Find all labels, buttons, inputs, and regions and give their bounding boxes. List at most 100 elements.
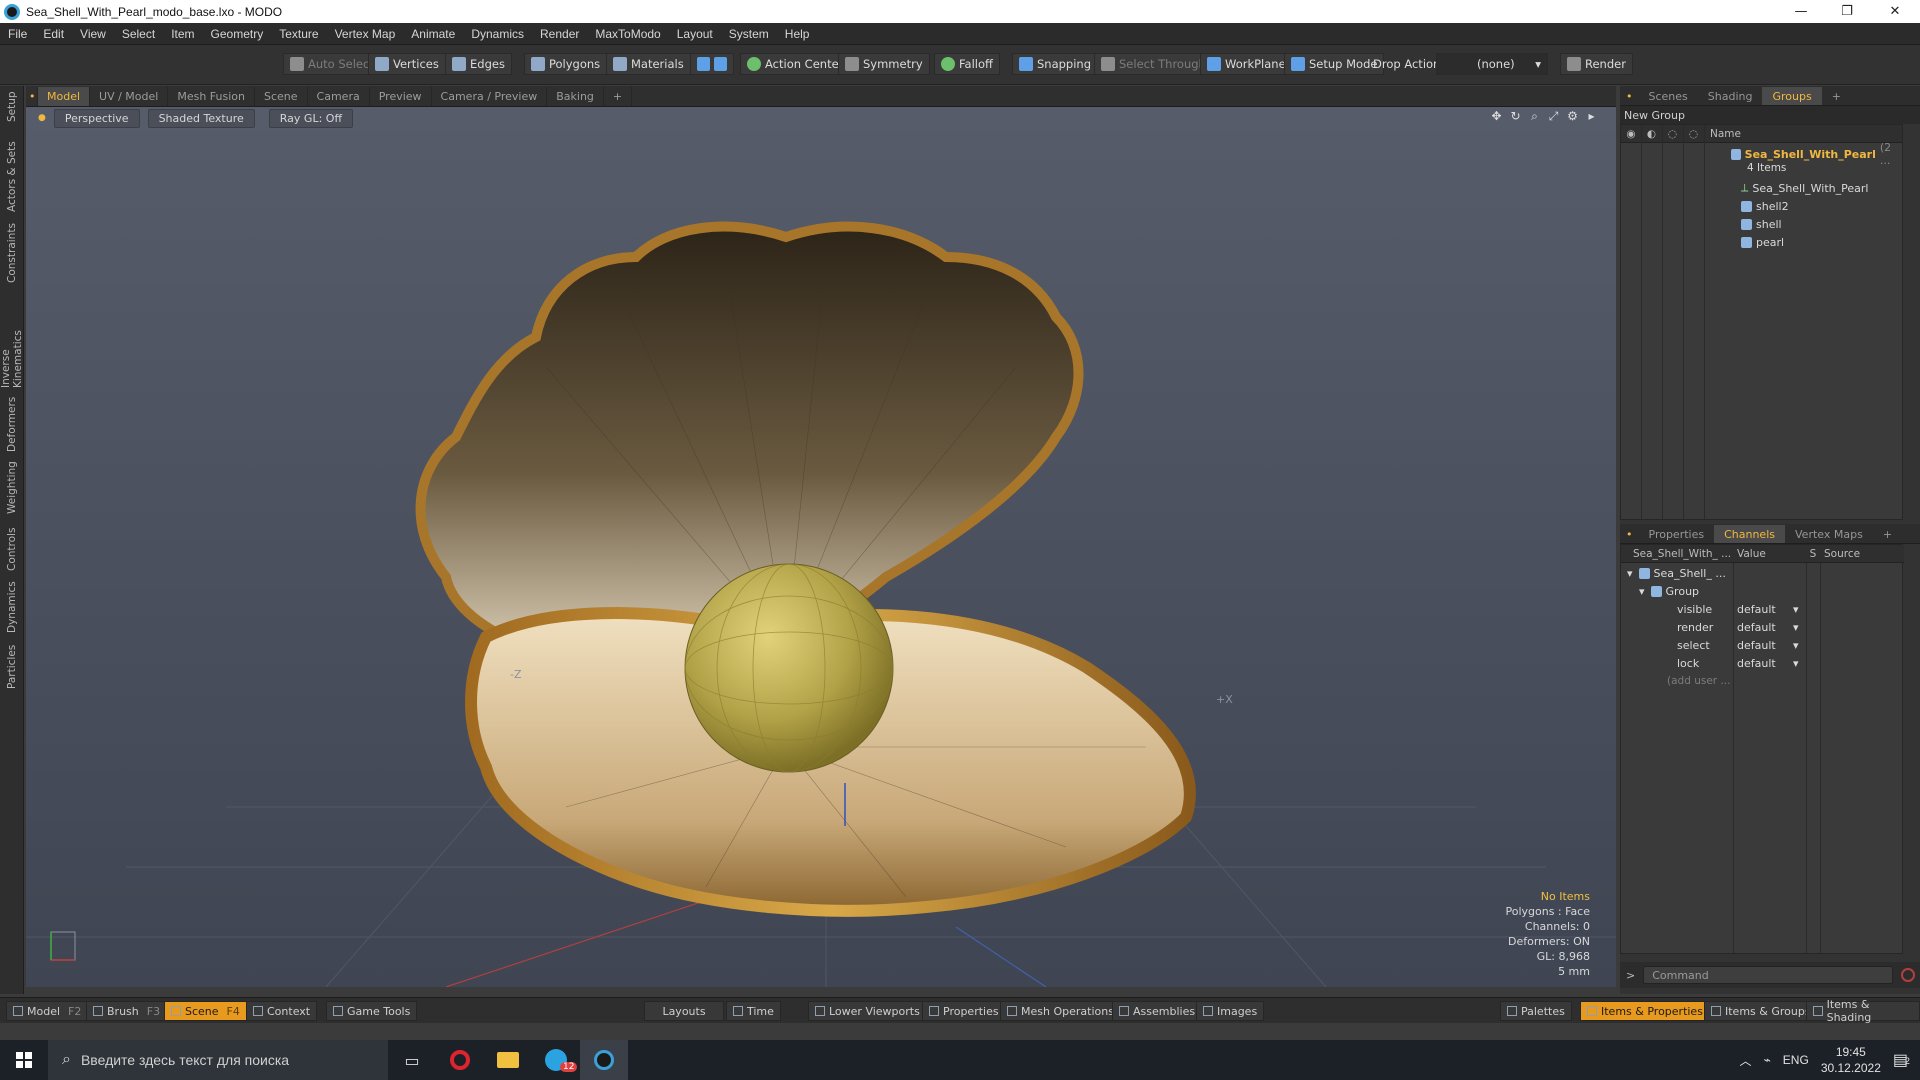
tab-mesh-fusion[interactable]: Mesh Fusion bbox=[168, 87, 255, 106]
command-input[interactable]: Command bbox=[1643, 966, 1894, 984]
tab-particles[interactable]: Particles bbox=[3, 642, 21, 692]
channel-group-row[interactable]: ▾ Group bbox=[1621, 582, 1904, 600]
falloff-button[interactable]: Falloff bbox=[934, 53, 1000, 75]
tab-controls[interactable]: Controls bbox=[3, 524, 21, 574]
new-group-button[interactable]: New Group bbox=[1620, 106, 1920, 124]
menu-geometry[interactable]: Geometry bbox=[203, 27, 272, 41]
channel-item-row[interactable]: ▾ Sea_Shell_ ... bbox=[1621, 564, 1904, 582]
materials-button[interactable]: Materials bbox=[606, 53, 691, 75]
layouts-button[interactable]: Layouts bbox=[644, 1001, 724, 1021]
viewport-options-arrow-icon[interactable]: ▸ bbox=[1585, 110, 1598, 123]
lower-viewports-button[interactable]: Lower Viewports bbox=[808, 1001, 927, 1021]
model-layout-button[interactable]: Model F2 bbox=[6, 1001, 89, 1021]
tab-setup[interactable]: Setup bbox=[3, 90, 21, 124]
tab-preview[interactable]: Preview bbox=[370, 87, 432, 106]
mesh-operations-button[interactable]: Mesh Operations bbox=[1000, 1001, 1121, 1021]
tab-baking[interactable]: Baking bbox=[547, 87, 604, 106]
list-item[interactable]: shell bbox=[1741, 215, 1782, 233]
add-user-channel-row[interactable]: (add user ... bbox=[1621, 672, 1904, 690]
polygons-button[interactable]: Polygons bbox=[524, 53, 608, 75]
menu-edit[interactable]: Edit bbox=[35, 27, 72, 41]
drop-action-select[interactable]: (none) ▾ bbox=[1436, 53, 1548, 75]
channel-value-select[interactable]: default bbox=[1733, 603, 1793, 616]
menu-system[interactable]: System bbox=[721, 27, 777, 41]
tab-shading[interactable]: Shading bbox=[1698, 87, 1763, 105]
list-item[interactable]: shell2 bbox=[1741, 197, 1789, 215]
images-button[interactable]: Images bbox=[1196, 1001, 1265, 1021]
close-button[interactable]: ✕ bbox=[1872, 0, 1918, 23]
channel-row[interactable]: visible default ▾ bbox=[1621, 600, 1904, 618]
projection-button[interactable]: Perspective bbox=[53, 108, 140, 128]
tab-constraints[interactable]: Constraints bbox=[3, 222, 21, 284]
notifications-button[interactable]: ▤ 2 bbox=[1893, 1050, 1910, 1070]
tab-vertex-maps[interactable]: Vertex Maps bbox=[1785, 525, 1873, 543]
opera-app[interactable] bbox=[436, 1040, 484, 1080]
add-panel-tab-button[interactable]: + bbox=[1873, 525, 1902, 543]
tab-dynamics[interactable]: Dynamics bbox=[3, 580, 21, 634]
items-shading-button[interactable]: Items & Shading bbox=[1806, 998, 1920, 1024]
menu-animate[interactable]: Animate bbox=[403, 27, 463, 41]
telegram-app[interactable]: 12 bbox=[532, 1040, 580, 1080]
tab-properties[interactable]: Properties bbox=[1639, 525, 1715, 543]
tab-weighting[interactable]: Weighting bbox=[3, 460, 21, 516]
tab-uv-model[interactable]: UV / Model bbox=[90, 87, 169, 106]
menu-texture[interactable]: Texture bbox=[271, 27, 326, 41]
properties-button[interactable]: Properties bbox=[922, 1001, 1006, 1021]
game-tools-button[interactable]: Game Tools bbox=[326, 1001, 418, 1021]
select-through-button[interactable]: Select Through bbox=[1094, 53, 1213, 75]
expand-arrow-icon[interactable]: ▾ bbox=[1639, 585, 1645, 598]
channel-value-select[interactable]: default bbox=[1733, 657, 1793, 670]
chevron-down-icon[interactable]: ▾ bbox=[1793, 657, 1799, 670]
menu-file[interactable]: File bbox=[0, 27, 35, 41]
chevron-down-icon[interactable]: ▾ bbox=[1793, 639, 1799, 652]
menu-view[interactable]: View bbox=[72, 27, 114, 41]
raygl-button[interactable]: Ray GL: Off bbox=[268, 108, 354, 128]
selection-sets-buttons[interactable] bbox=[690, 53, 734, 75]
channel-value-select[interactable]: default bbox=[1733, 639, 1793, 652]
menu-item[interactable]: Item bbox=[163, 27, 202, 41]
time-button[interactable]: Time bbox=[726, 1001, 781, 1021]
language-indicator[interactable]: ENG bbox=[1783, 1053, 1809, 1067]
menu-render[interactable]: Render bbox=[532, 27, 587, 41]
clock[interactable]: 19:45 30.12.2022 bbox=[1821, 1044, 1881, 1076]
menu-help[interactable]: Help bbox=[777, 27, 818, 41]
render-button[interactable]: Render bbox=[1560, 53, 1633, 75]
menu-vertex-map[interactable]: Vertex Map bbox=[327, 27, 404, 41]
minimize-button[interactable]: — bbox=[1778, 0, 1824, 23]
menu-dynamics[interactable]: Dynamics bbox=[463, 27, 532, 41]
menu-layout[interactable]: Layout bbox=[669, 27, 721, 41]
setup-mode-button[interactable]: Setup Mode bbox=[1284, 53, 1385, 75]
channel-row[interactable]: render default ▾ bbox=[1621, 618, 1904, 636]
context-button[interactable]: Context bbox=[246, 1001, 318, 1021]
workplane-button[interactable]: WorkPlane bbox=[1200, 53, 1293, 75]
tab-model[interactable]: Model bbox=[38, 87, 91, 106]
channel-row[interactable]: select default ▾ bbox=[1621, 636, 1904, 654]
palettes-button[interactable]: Palettes bbox=[1500, 1001, 1572, 1021]
edges-button[interactable]: Edges bbox=[445, 53, 512, 75]
auto-select-button[interactable]: Auto Select bbox=[283, 53, 381, 75]
tab-actors-sets[interactable]: Actors & Sets bbox=[3, 140, 21, 214]
modo-app[interactable] bbox=[580, 1040, 628, 1080]
items-groups-button[interactable]: Items & Groups bbox=[1704, 1001, 1818, 1021]
pan-icon[interactable]: ✥ bbox=[1490, 110, 1503, 123]
menu-maxtomodo[interactable]: MaxToModo bbox=[587, 27, 668, 41]
maximize-button[interactable]: ❐ bbox=[1824, 0, 1870, 23]
taskbar-search-box[interactable]: ⌕ Введите здесь текст для поиска bbox=[48, 1040, 388, 1080]
network-icon[interactable]: ⌁ bbox=[1764, 1053, 1771, 1067]
add-tab-button[interactable]: + bbox=[604, 87, 633, 106]
3d-viewport[interactable]: -Z +X ● Perspective Shaded Texture Ray G… bbox=[26, 107, 1616, 987]
tray-overflow-chevron-icon[interactable]: ︿ bbox=[1740, 1052, 1752, 1069]
tab-deformers[interactable]: Deformers bbox=[3, 396, 21, 452]
chevron-down-icon[interactable]: ▾ bbox=[1793, 603, 1799, 616]
rotate-icon[interactable]: ↻ bbox=[1509, 110, 1522, 123]
tab-scenes[interactable]: Scenes bbox=[1639, 87, 1698, 105]
chevron-down-icon[interactable]: ▾ bbox=[1793, 621, 1799, 634]
list-item[interactable]: ⟂ Sea_Shell_With_Pearl bbox=[1741, 179, 1868, 197]
tab-channels[interactable]: Channels bbox=[1714, 525, 1785, 543]
vertices-button[interactable]: Vertices bbox=[368, 53, 446, 75]
brush-layout-button[interactable]: Brush F3 bbox=[86, 1001, 168, 1021]
viewport-menu-dot-icon[interactable]: ● bbox=[38, 113, 46, 123]
start-button[interactable] bbox=[0, 1040, 48, 1080]
command-history-icon[interactable] bbox=[1901, 968, 1916, 982]
symmetry-button[interactable]: Symmetry bbox=[838, 53, 930, 75]
